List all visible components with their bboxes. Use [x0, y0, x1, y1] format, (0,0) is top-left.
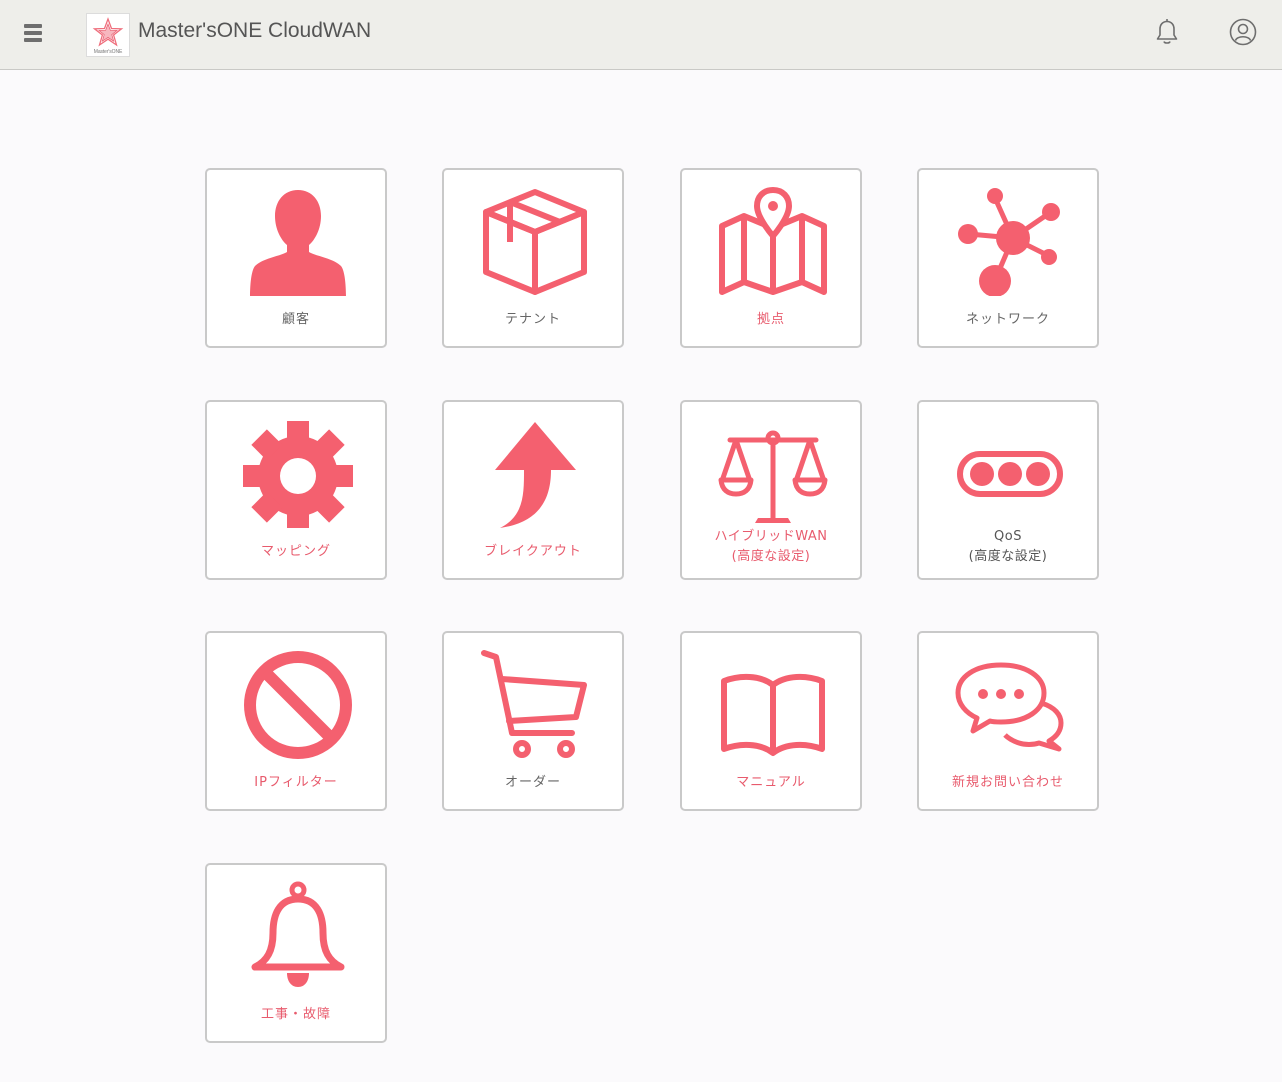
- tile-label: ブレイクアウト: [484, 544, 582, 559]
- tile-label-line1: ハイブリッドWAN: [714, 529, 828, 544]
- open-book-icon: [721, 673, 825, 756]
- tile-qos[interactable]: QoS (高度な設定): [917, 400, 1099, 580]
- tile-label: マッピング: [260, 544, 331, 559]
- top-bar: Master'sONE Master'sONE CloudWAN: [0, 0, 1282, 70]
- tile-label-line1: QoS: [994, 529, 1022, 544]
- tile-mapping[interactable]: マッピング: [205, 400, 387, 580]
- tile-label: IPフィルター: [254, 775, 338, 790]
- prohibited-icon: [244, 651, 352, 759]
- app-logo[interactable]: Master'sONE: [86, 13, 130, 57]
- box-icon: [483, 189, 587, 295]
- person-icon: [250, 190, 346, 296]
- tile-order[interactable]: オーダー: [442, 631, 624, 811]
- tile-label: オーダー: [504, 775, 561, 790]
- tile-tenant[interactable]: テナント: [442, 168, 624, 348]
- star-logo-icon: [92, 17, 124, 47]
- tile-label: マニュアル: [736, 775, 806, 790]
- arrow-up-icon: [495, 422, 576, 528]
- shopping-cart-icon: [481, 650, 587, 758]
- app-title: Master'sONE CloudWAN: [138, 19, 372, 42]
- tile-label: QoS (高度な設定): [919, 527, 1097, 567]
- network-hub-icon: [958, 188, 1060, 296]
- tile-label-line2: (高度な設定): [731, 549, 811, 564]
- scales-icon: [718, 430, 828, 523]
- bell-icon[interactable]: [1152, 17, 1182, 47]
- tile-label: ハイブリッドWAN (高度な設定): [682, 527, 860, 567]
- tile-hybrid-wan[interactable]: ハイブリッドWAN (高度な設定): [680, 400, 862, 580]
- tile-breakout[interactable]: ブレイクアウト: [442, 400, 624, 580]
- tile-network[interactable]: ネットワーク: [917, 168, 1099, 348]
- map-pin-icon: [719, 186, 827, 295]
- tile-customers[interactable]: 顧客: [205, 168, 387, 348]
- tile-label: テナント: [504, 312, 561, 327]
- hamburger-menu-icon[interactable]: [22, 22, 44, 44]
- tile-construction-fault[interactable]: 工事・故障: [205, 863, 387, 1043]
- tile-label: 拠点: [756, 312, 785, 327]
- tile-label: ネットワーク: [965, 312, 1050, 327]
- gear-icon: [243, 421, 353, 528]
- tile-manual[interactable]: マニュアル: [680, 631, 862, 811]
- tile-ip-filter[interactable]: IPフィルター: [205, 631, 387, 811]
- chat-bubbles-icon: [955, 662, 1064, 752]
- tile-label: 新規お問い合わせ: [951, 775, 1064, 790]
- tile-locations[interactable]: 拠点: [680, 168, 862, 348]
- tile-new-inquiry[interactable]: 新規お問い合わせ: [917, 631, 1099, 811]
- tile-label: 工事・故障: [260, 1007, 331, 1022]
- bell-icon: [251, 881, 345, 987]
- tile-label: 顧客: [281, 312, 310, 327]
- qos-dots-icon: [957, 451, 1063, 497]
- tile-label-line2: (高度な設定): [968, 549, 1048, 564]
- user-account-icon[interactable]: [1228, 17, 1258, 47]
- logo-text: Master'sONE: [93, 49, 123, 55]
